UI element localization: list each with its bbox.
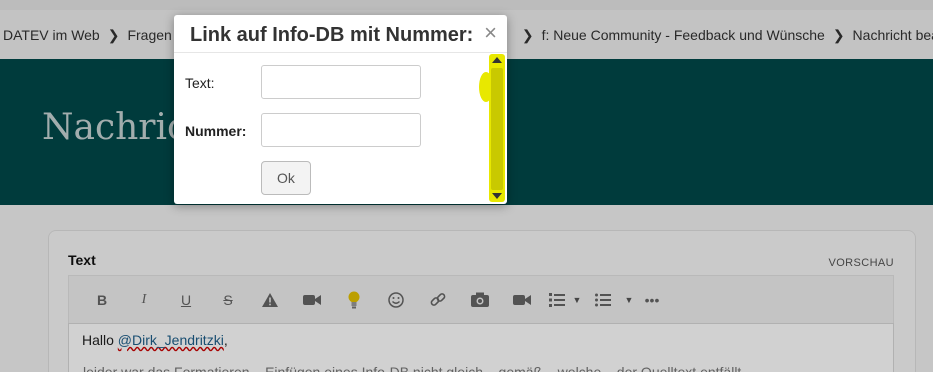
link-dialog: Link auf Info-DB mit Nummer: × Text: Num…	[174, 15, 507, 204]
scroll-up-icon[interactable]	[492, 57, 502, 63]
text-input[interactable]	[261, 65, 421, 99]
number-label: Nummer:	[185, 123, 247, 139]
dialog-header: Link auf Info-DB mit Nummer: ×	[174, 15, 507, 53]
dialog-scrollbar[interactable]	[489, 54, 505, 202]
dialog-title: Link auf Info-DB mit Nummer:	[190, 24, 474, 46]
scroll-down-icon[interactable]	[492, 193, 502, 199]
text-label: Text:	[185, 75, 215, 91]
ok-button[interactable]: Ok	[261, 161, 311, 195]
number-input[interactable]	[261, 113, 421, 147]
close-icon[interactable]: ×	[484, 22, 497, 44]
scroll-thumb[interactable]	[491, 68, 503, 190]
